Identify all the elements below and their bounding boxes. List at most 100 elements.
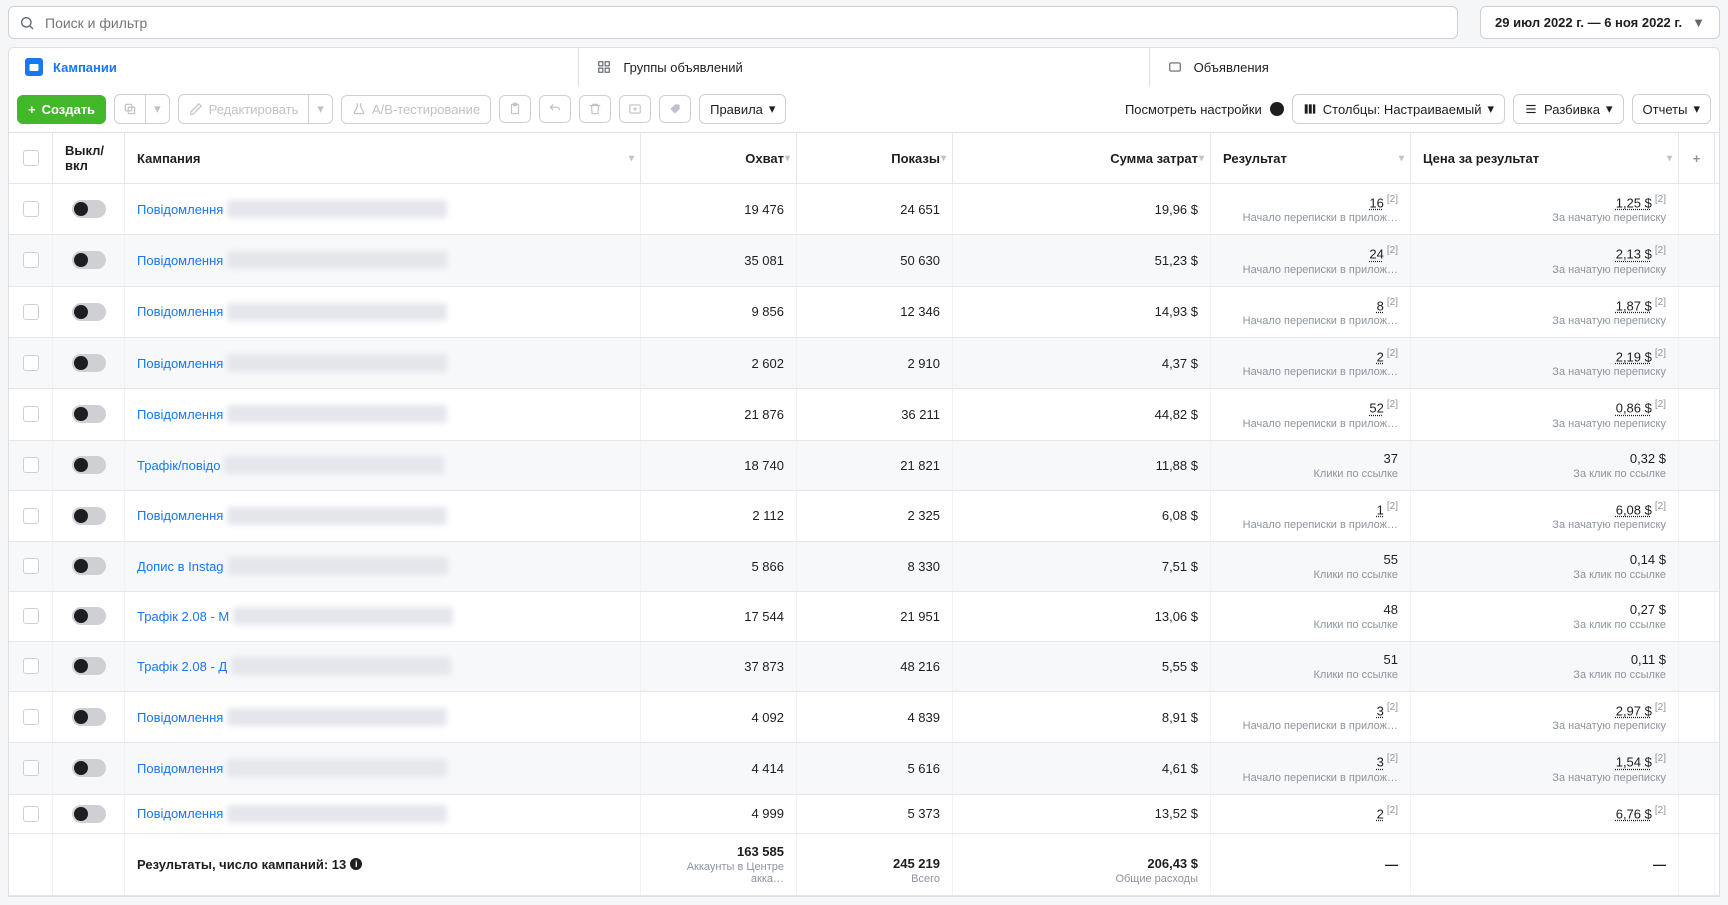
create-button[interactable]: + Создать [17,95,106,124]
campaign-name-link[interactable]: Повідомлення [137,407,223,422]
header-checkbox[interactable] [9,133,53,183]
sort-icon: ▾ [1399,153,1404,164]
campaign-name-link[interactable]: Трафік 2.08 - Д [137,659,227,674]
row-checkbox[interactable] [23,406,39,422]
cell-spend: 19,96 $ [953,184,1211,234]
ab-test-label: A/B-тестирование [372,102,480,117]
duplicate-dropdown[interactable]: ▾ [145,94,170,124]
header-spend[interactable]: Сумма затрат▾ [953,133,1211,183]
row-checkbox[interactable] [23,304,39,320]
cell-cost-per-result: 0,86 $[2]За начатую переписку [1411,389,1679,439]
toolbar: + Создать ▾ Редактировать ▾ A/B-тестиров… [8,86,1720,132]
breakdown-button[interactable]: Разбивка ▾ [1513,94,1624,124]
tag-icon [668,102,682,116]
row-toggle[interactable] [72,607,106,625]
cell-impressions: 36 211 [797,389,953,439]
table-row: Допис в Instag 5 866 8 330 7,51 $ 55Клик… [9,542,1719,592]
info-icon[interactable]: i [350,858,362,870]
campaign-name-link[interactable]: Трафік 2.08 - М [137,609,229,624]
cell-result: 8[2]Начало переписки в прилож… [1211,287,1411,337]
ab-test-button[interactable]: A/B-тестирование [341,95,491,124]
row-toggle[interactable] [72,405,106,423]
rules-label: Правила [710,102,763,117]
edit-button[interactable]: Редактировать [178,94,309,124]
row-checkbox[interactable] [23,608,39,624]
campaign-name-link[interactable]: Повідомлення [137,710,223,725]
row-toggle[interactable] [72,200,106,218]
tab-campaigns[interactable]: Кампании [9,48,579,86]
clipboard-icon [508,102,522,116]
reports-button[interactable]: Отчеты ▾ [1632,94,1711,124]
edit-dropdown[interactable]: ▾ [308,94,333,124]
export-button[interactable] [619,95,651,123]
row-toggle[interactable] [72,303,106,321]
row-checkbox[interactable] [23,457,39,473]
header-impressions[interactable]: Показы▾ [797,133,953,183]
pencil-icon [189,102,203,116]
cell-spend: 13,52 $ [953,795,1211,833]
header-add-column[interactable]: + [1679,133,1715,183]
row-toggle[interactable] [72,507,106,525]
row-toggle[interactable] [72,251,106,269]
header-result[interactable]: Результат▾ [1211,133,1411,183]
redacted-text [228,557,448,575]
date-range-picker[interactable]: 29 июл 2022 г. — 6 ноя 2022 г. ▼ [1480,6,1720,39]
cell-reach: 2 112 [641,491,797,541]
clipboard-button[interactable] [499,95,531,123]
search-bar[interactable] [8,6,1458,39]
row-checkbox[interactable] [23,355,39,371]
table-row: Повідомлення 19 476 24 651 19,96 $ 16[2]… [9,184,1719,235]
ad-icon [1166,58,1184,76]
header-cost-per-result[interactable]: Цена за результат▾ [1411,133,1679,183]
row-toggle[interactable] [72,354,106,372]
trash-icon [588,102,602,116]
columns-button[interactable]: Столбцы: Настраиваемый ▾ [1292,94,1505,124]
campaign-name-link[interactable]: Повідомлення [137,761,223,776]
campaign-name-link[interactable]: Трафік/повідо [137,458,220,473]
duplicate-button[interactable] [114,94,145,124]
row-checkbox[interactable] [23,709,39,725]
row-checkbox[interactable] [23,508,39,524]
search-input[interactable] [45,15,1447,31]
header-campaign[interactable]: Кампания▾ [125,133,641,183]
cell-result: 3[2]Начало переписки в прилож… [1211,743,1411,793]
cell-result: 52[2]Начало переписки в прилож… [1211,389,1411,439]
row-toggle[interactable] [72,557,106,575]
redacted-text [227,200,447,218]
view-settings-toggle[interactable]: Посмотреть настройки [1125,102,1284,117]
undo-button[interactable] [539,95,571,123]
row-toggle[interactable] [72,456,106,474]
tag-button[interactable] [659,95,691,123]
delete-button[interactable] [579,95,611,123]
tab-adsets[interactable]: Группы объявлений [579,48,1149,86]
rules-button[interactable]: Правила ▾ [699,94,786,124]
sort-icon: ▾ [941,153,946,164]
cell-spend: 6,08 $ [953,491,1211,541]
row-toggle[interactable] [72,759,106,777]
row-checkbox[interactable] [23,558,39,574]
row-checkbox[interactable] [23,201,39,217]
campaign-name-link[interactable]: Повідомлення [137,356,223,371]
row-checkbox[interactable] [23,658,39,674]
cell-cost-per-result: 1,87 $[2]За начатую переписку [1411,287,1679,337]
campaigns-table: Выкл/вкл Кампания▾ Охват▾ Показы▾ Сумма … [8,132,1720,897]
campaign-name-link[interactable]: Повідомлення [137,806,223,821]
campaign-name-link[interactable]: Повідомлення [137,508,223,523]
campaign-name-link[interactable]: Повідомлення [137,304,223,319]
tab-ads[interactable]: Объявления [1150,48,1719,86]
search-icon [19,15,35,31]
table-footer: Результаты, число кампаний: 13 i 163 585… [9,834,1719,896]
row-toggle[interactable] [72,708,106,726]
redacted-text [233,607,453,625]
row-checkbox[interactable] [23,806,39,822]
undo-icon [548,102,562,116]
row-toggle[interactable] [72,805,106,823]
row-checkbox[interactable] [23,252,39,268]
campaign-name-link[interactable]: Повідомлення [137,202,223,217]
header-reach[interactable]: Охват▾ [641,133,797,183]
cell-impressions: 8 330 [797,542,953,591]
row-toggle[interactable] [72,657,106,675]
campaign-name-link[interactable]: Допис в Instag [137,559,224,574]
row-checkbox[interactable] [23,760,39,776]
campaign-name-link[interactable]: Повідомлення [137,253,223,268]
